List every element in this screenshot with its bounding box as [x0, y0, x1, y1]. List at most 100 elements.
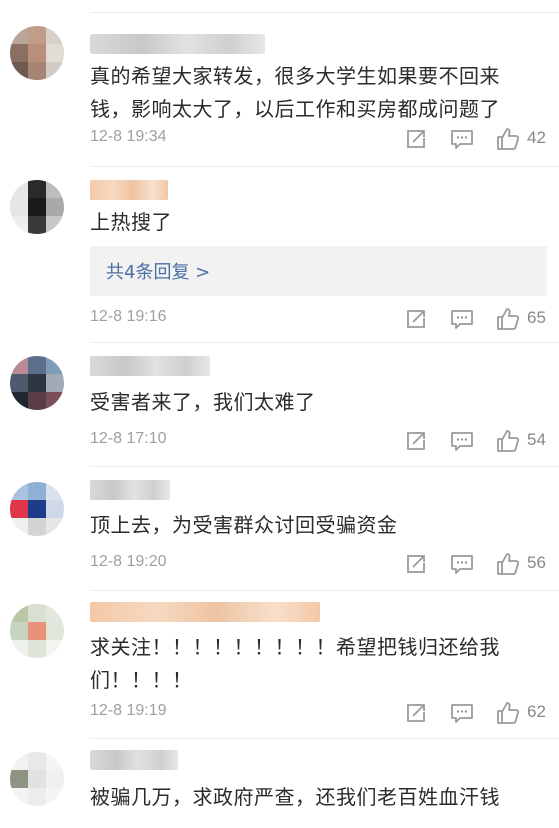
avatar-pixel	[46, 392, 64, 410]
username[interactable]	[90, 602, 320, 622]
avatar-pixel	[10, 44, 28, 62]
avatar-pixel	[28, 44, 46, 62]
like-count: 56	[527, 553, 546, 572]
avatar-pixel	[10, 180, 28, 198]
comment-time: 12-8 19:20	[90, 553, 167, 570]
avatar-pixel	[28, 518, 46, 536]
avatar-pixel	[46, 62, 64, 80]
avatar-pixel	[10, 374, 28, 392]
comment-time: 12-8 19:19	[90, 702, 167, 719]
avatar-pixel	[46, 374, 64, 392]
avatar-pixel	[28, 374, 46, 392]
comment-time: 12-8 19:34	[90, 128, 167, 145]
view-replies-link[interactable]: 共4条回复 >	[90, 246, 547, 296]
avatar[interactable]	[10, 180, 64, 234]
avatar-pixel	[46, 752, 64, 770]
top-divider	[90, 12, 559, 13]
avatar-pixel	[10, 392, 28, 410]
avatar-pixel	[28, 26, 46, 44]
avatar-pixel	[10, 62, 28, 80]
avatar-pixel	[46, 640, 64, 658]
comment-meta: 12-8 17:10 54	[90, 428, 559, 456]
username[interactable]	[90, 34, 265, 54]
like-count: 54	[527, 430, 546, 449]
avatar-pixel	[28, 752, 46, 770]
avatar-pixel	[46, 216, 64, 234]
comment-text: 上热搜了	[90, 210, 172, 234]
repost-icon[interactable]	[403, 306, 429, 332]
repost-icon[interactable]	[403, 126, 429, 152]
avatar-pixel	[28, 62, 46, 80]
avatar-pixel	[46, 356, 64, 374]
avatar[interactable]	[10, 482, 64, 536]
avatar-pixel	[46, 198, 64, 216]
comment-icon[interactable]	[449, 551, 475, 577]
avatar-pixel	[28, 392, 46, 410]
avatar-pixel	[28, 482, 46, 500]
username[interactable]	[90, 480, 170, 500]
like-icon[interactable]	[495, 428, 521, 454]
avatar-pixel	[28, 640, 46, 658]
comment-text: 受害者来了，我们太难了	[90, 390, 316, 414]
repost-icon[interactable]	[403, 551, 429, 577]
comment-icon[interactable]	[449, 700, 475, 726]
avatar-pixel	[10, 356, 28, 374]
avatar-pixel	[10, 770, 28, 788]
avatar[interactable]	[10, 604, 64, 658]
avatar-pixel	[46, 180, 64, 198]
repost-icon[interactable]	[403, 428, 429, 454]
avatar-pixel	[46, 622, 64, 640]
comment-meta: 12-8 19:20 56	[90, 551, 559, 579]
like-icon[interactable]	[495, 306, 521, 332]
avatar[interactable]	[10, 26, 64, 80]
avatar-pixel	[46, 788, 64, 806]
divider	[90, 166, 559, 167]
comment-text: 被骗几万，求政府严查，还我们老百姓血汗钱	[90, 785, 500, 809]
username[interactable]	[90, 356, 210, 376]
avatar-pixel	[46, 770, 64, 788]
avatar-pixel	[10, 622, 28, 640]
avatar-pixel	[10, 604, 28, 622]
username[interactable]	[90, 180, 168, 200]
avatar-pixel	[28, 500, 46, 518]
comment-icon[interactable]	[449, 428, 475, 454]
avatar-pixel	[28, 622, 46, 640]
avatar-pixel	[10, 500, 28, 518]
avatar-pixel	[28, 356, 46, 374]
username[interactable]	[90, 750, 178, 770]
avatar-pixel	[10, 216, 28, 234]
like-icon[interactable]	[495, 700, 521, 726]
avatar-pixel	[10, 26, 28, 44]
avatar-pixel	[10, 752, 28, 770]
avatar[interactable]	[10, 752, 64, 806]
comment-meta: 12-8 19:19 62	[90, 700, 559, 728]
avatar-pixel	[10, 640, 28, 658]
like-icon[interactable]	[495, 126, 521, 152]
avatar[interactable]	[10, 356, 64, 410]
avatar-pixel	[10, 198, 28, 216]
comment-time: 12-8 17:10	[90, 430, 167, 447]
avatar-pixel	[10, 788, 28, 806]
divider	[90, 342, 559, 343]
repost-icon[interactable]	[403, 700, 429, 726]
comment-text: 求关注！！！！！！！！！希望把钱归还给我们！！！！	[90, 635, 500, 692]
avatar-pixel	[28, 604, 46, 622]
avatar-pixel	[46, 604, 64, 622]
like-count: 65	[527, 308, 546, 327]
avatar-pixel	[28, 198, 46, 216]
divider	[90, 466, 559, 467]
comment-time: 12-8 19:16	[90, 308, 167, 325]
avatar-pixel	[28, 216, 46, 234]
avatar-pixel	[28, 180, 46, 198]
like-count: 42	[527, 128, 546, 147]
like-icon[interactable]	[495, 551, 521, 577]
comment-icon[interactable]	[449, 126, 475, 152]
like-count: 62	[527, 702, 546, 721]
avatar-pixel	[28, 770, 46, 788]
avatar-pixel	[10, 518, 28, 536]
comment-text: 真的希望大家转发，很多大学生如果要不回来钱，影响太大了，以后工作和买房都成问题了	[90, 64, 500, 121]
avatar-pixel	[46, 44, 64, 62]
divider	[90, 738, 559, 739]
comment-meta: 12-8 19:34 42	[90, 126, 559, 154]
comment-icon[interactable]	[449, 306, 475, 332]
